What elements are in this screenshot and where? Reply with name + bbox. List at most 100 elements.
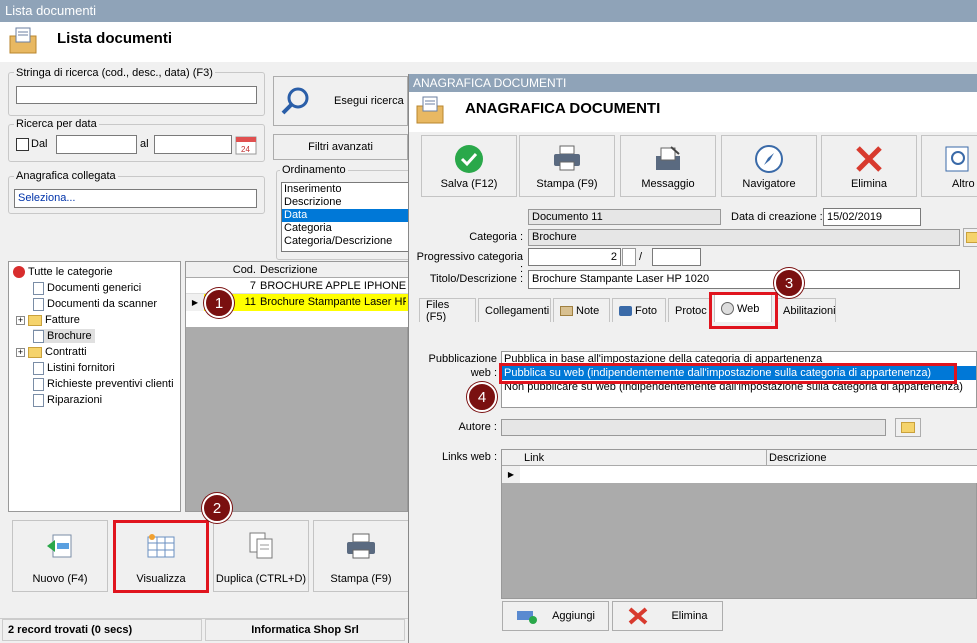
folder-icon: [28, 314, 42, 326]
calendar-icon[interactable]: 24: [235, 135, 257, 155]
expand-icon[interactable]: +: [16, 347, 25, 357]
ordering-list[interactable]: Inserimento Descrizione Data Categoria C…: [281, 182, 411, 252]
tree-item[interactable]: + Fatture: [16, 313, 80, 327]
navigator-button[interactable]: Navigatore: [721, 135, 817, 197]
magnifier-icon: [945, 146, 969, 172]
delete-button[interactable]: Elimina: [821, 135, 917, 197]
grid-col-desc[interactable]: Descrizione: [260, 264, 317, 276]
new-button[interactable]: Nuovo (F4): [12, 520, 108, 592]
tab-label: Files (F5): [426, 298, 450, 323]
annotation-box-web-tab: [709, 292, 778, 329]
date-group-label: Ricerca per data: [14, 118, 99, 130]
title-field[interactable]: Brochure Stampante Laser HP 1020: [528, 270, 960, 289]
tree-item-label: Contratti: [45, 346, 87, 358]
tree-item-selected[interactable]: Brochure: [33, 329, 95, 343]
document-icon: [33, 281, 44, 295]
add-link-button[interactable]: Aggiungi: [502, 601, 609, 631]
tree-item[interactable]: Riparazioni: [33, 393, 102, 407]
links-label: Links web :: [441, 451, 497, 463]
document-icon: [33, 393, 44, 407]
printer-icon: [347, 533, 375, 559]
tree-item[interactable]: Richieste preventivi clienti: [33, 377, 174, 391]
ordering-option[interactable]: Categoria: [282, 222, 410, 235]
close-icon: [856, 146, 882, 172]
grid-col-cod[interactable]: Cod.: [204, 264, 256, 276]
step-marker-3: 3: [774, 268, 804, 298]
tab-label: Note: [576, 304, 600, 317]
duplicate-icon: [249, 532, 273, 559]
main-title-bar: Lista documenti: [0, 0, 977, 22]
date-from-label: Dal: [31, 138, 48, 150]
date-to-label: al: [140, 138, 149, 150]
tab-files[interactable]: Files (F5): [419, 298, 476, 323]
column-divider: [766, 450, 767, 466]
new-button-label: Nuovo (F4): [32, 573, 88, 585]
category-field[interactable]: Brochure: [528, 229, 960, 246]
message-button[interactable]: Messaggio: [620, 135, 716, 197]
progressive-total-field[interactable]: [652, 248, 701, 266]
status-company: Informatica Shop Srl: [205, 619, 405, 641]
author-browse-button[interactable]: [895, 418, 921, 437]
tree-item[interactable]: Documenti generici: [33, 281, 141, 295]
creation-date-field[interactable]: 15/02/2019: [823, 208, 921, 226]
tree-root[interactable]: Tutte le categorie: [13, 265, 113, 279]
add-link-label: Aggiungi: [552, 610, 595, 622]
tree-item[interactable]: Listini fornitori: [33, 361, 115, 375]
links-row-new[interactable]: [502, 466, 977, 483]
close-icon: [629, 607, 648, 625]
add-icon: [517, 611, 538, 624]
linked-label: Anagrafica collegata: [14, 170, 118, 182]
tree-item-label: Riparazioni: [47, 394, 103, 406]
author-label: Autore :: [458, 421, 497, 433]
advanced-filters-button[interactable]: Filtri avanzati: [273, 134, 408, 160]
duplicate-button[interactable]: Duplica (CTRL+D): [213, 520, 309, 592]
folder-icon: [966, 232, 977, 243]
ordering-option[interactable]: Inserimento: [282, 183, 410, 196]
ordering-option-selected[interactable]: Data: [282, 209, 410, 222]
tree-item-label: Documenti da scanner: [47, 298, 158, 310]
links-col-desc[interactable]: Descrizione: [769, 452, 826, 464]
linked-select[interactable]: Seleziona...: [14, 189, 257, 208]
expand-icon[interactable]: +: [16, 315, 25, 325]
print-button[interactable]: Stampa (F9): [313, 520, 409, 592]
tab-notes[interactable]: Note: [553, 298, 610, 322]
tab-protocol[interactable]: Protoc: [668, 298, 710, 322]
delete-link-button[interactable]: Elimina: [612, 601, 723, 631]
tab-photos[interactable]: Foto: [612, 298, 666, 322]
links-grid-header: [502, 450, 977, 466]
svg-text:24: 24: [241, 145, 250, 154]
title-label: Titolo/Descrizione :: [429, 273, 523, 285]
strawberry-icon: [13, 266, 25, 279]
links-col-link[interactable]: Link: [524, 452, 544, 464]
more-button[interactable]: Altro: [921, 135, 977, 197]
tab-label: Collegamenti: [485, 304, 550, 317]
folder-doc-icon: [9, 27, 37, 54]
links-grid: Link Descrizione ▶: [501, 449, 977, 599]
ordering-option[interactable]: Categoria/Descrizione: [282, 235, 410, 248]
tree-item[interactable]: Documenti da scanner: [33, 297, 157, 311]
window-title: Lista documenti: [5, 3, 97, 18]
creation-date-label: Data di creazione :: [731, 211, 823, 223]
tab-permissions[interactable]: Abilitazioni: [776, 298, 836, 322]
search-button-label: Esegui ricerca: [334, 95, 404, 107]
step-marker-1: 1: [204, 288, 234, 318]
author-field[interactable]: [501, 419, 886, 436]
date-to-input[interactable]: [154, 135, 232, 154]
tab-links[interactable]: Collegamenti: [478, 298, 551, 322]
progressive-field[interactable]: 2: [528, 248, 621, 266]
date-checkbox[interactable]: [16, 138, 29, 151]
ordering-option[interactable]: Descrizione: [282, 196, 410, 209]
category-browse-button[interactable]: [963, 228, 977, 247]
progressive-spin[interactable]: [622, 248, 636, 266]
dialog-print-button[interactable]: Stampa (F9): [519, 135, 615, 197]
tab-label: Protoc: [675, 304, 707, 317]
search-button[interactable]: Esegui ricerca: [273, 76, 408, 126]
tree-item[interactable]: + Contratti: [16, 345, 87, 359]
search-input[interactable]: [16, 86, 257, 104]
document-icon: [33, 297, 44, 311]
date-from-input[interactable]: [56, 135, 137, 154]
folder-icon: [28, 346, 42, 358]
save-button[interactable]: Salva (F12): [421, 135, 517, 197]
tree-item-label: Richieste preventivi clienti: [47, 378, 174, 390]
dialog-print-label: Stampa (F9): [536, 178, 598, 190]
